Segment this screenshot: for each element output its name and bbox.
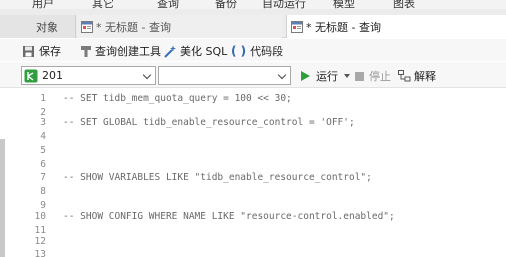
menu-query[interactable]: 查询	[157, 0, 179, 9]
explain-icon	[398, 70, 411, 82]
menu-model[interactable]: 模型	[333, 0, 355, 9]
save-label: 保存	[39, 45, 61, 58]
line-number: 12	[34, 236, 46, 247]
menu-other[interactable]: 其它	[92, 0, 114, 9]
menu-automation[interactable]: 自动运行	[262, 0, 306, 9]
connection-value: 201	[42, 69, 63, 82]
database-select[interactable]	[158, 66, 291, 85]
code-snippet-label: 代码段	[250, 45, 284, 58]
line-number: 5	[40, 145, 46, 156]
connection-select[interactable]: 201	[21, 66, 156, 85]
run-toolbar: 201 运行 停止 解释	[0, 62, 506, 88]
run-button[interactable]: 运行	[301, 68, 350, 84]
menu-backup[interactable]: 备份	[215, 0, 237, 9]
magic-wand-icon	[163, 45, 177, 58]
line-number: 3	[40, 117, 46, 128]
code-snippet-button[interactable]: ( ) 代码段	[231, 43, 283, 59]
parentheses-icon: ( )	[231, 44, 247, 58]
query-builder-icon	[80, 45, 92, 58]
run-dropdown-icon[interactable]	[344, 74, 350, 78]
play-icon	[301, 71, 310, 81]
code-text: -- SHOW VARIABLES LIKE "tidb_enable_reso…	[63, 172, 372, 183]
beautify-sql-button[interactable]: 美化 SQL	[163, 43, 227, 59]
query-toolbar: 保存 查询创建工具 美化 SQL ( ) 代码段	[0, 39, 506, 61]
code-line[interactable]: 10 -- SHOW CONFIG WHERE NAME LIKE "resour…	[0, 210, 506, 223]
tab-bar: 对象 * 无标题 - 查询 * 无标题 - 查询	[0, 9, 506, 38]
query-tab-icon	[81, 20, 93, 33]
query-tab-icon	[291, 20, 303, 33]
tab-query-1[interactable]: * 无标题 - 查询	[77, 15, 282, 38]
save-icon	[22, 45, 35, 58]
code-line[interactable]: 6	[0, 158, 506, 171]
code-line[interactable]: 5	[0, 144, 506, 157]
code-line[interactable]: 13	[0, 248, 506, 257]
chevron-down-icon	[277, 70, 287, 80]
tab-query-2-active[interactable]: * 无标题 - 查询	[286, 15, 506, 38]
code-line[interactable]: 3 -- SET GLOBAL tidb_enable_resource_cont…	[0, 116, 506, 129]
query-builder-label: 查询创建工具	[95, 45, 161, 58]
line-number: 6	[40, 159, 46, 170]
code-line[interactable]: 8	[0, 185, 506, 198]
line-number: 8	[40, 186, 46, 197]
connection-icon	[24, 69, 38, 83]
code-line[interactable]: 1 -- SET tidb_mem_quota_query = 100 << 30…	[0, 92, 506, 105]
query-builder-button[interactable]: 查询创建工具	[80, 43, 161, 59]
line-number: 4	[40, 131, 46, 142]
code-text: -- SHOW CONFIG WHERE NAME LIKE "resource…	[63, 211, 395, 222]
line-number: 10	[34, 211, 46, 222]
save-button[interactable]: 保存	[22, 43, 61, 59]
beautify-sql-label: 美化 SQL	[180, 45, 228, 58]
tab-objects-label: 对象	[36, 20, 58, 34]
sql-editor[interactable]: 1 -- SET tidb_mem_quota_query = 100 << 30…	[0, 89, 506, 257]
chevron-down-icon	[142, 70, 152, 80]
explain-button[interactable]: 解释	[398, 68, 436, 84]
run-label: 运行	[316, 70, 338, 83]
code-text: -- SET tidb_mem_quota_query = 100 << 30;	[63, 93, 292, 104]
code-text: -- SET GLOBAL tidb_enable_resource_contr…	[63, 117, 355, 128]
line-number: 1	[40, 93, 46, 104]
stop-button[interactable]: 停止	[355, 68, 391, 84]
line-number: 13	[34, 249, 46, 257]
explain-label: 解释	[414, 70, 436, 83]
stop-icon	[355, 71, 364, 81]
code-line[interactable]: 7 -- SHOW VARIABLES LIKE "tidb_enable_res…	[0, 171, 506, 184]
code-line[interactable]: 4	[0, 130, 506, 143]
line-number: 7	[40, 172, 46, 183]
stop-label: 停止	[369, 70, 391, 83]
tab-objects[interactable]: 对象	[0, 15, 76, 38]
code-line[interactable]: 12	[0, 235, 506, 248]
menu-charts[interactable]: 图表	[393, 0, 415, 9]
tab-query-1-label: * 无标题 - 查询	[96, 20, 171, 34]
top-menu-bar: 用户 其它 查询 备份 自动运行 模型 图表	[0, 0, 506, 9]
menu-users[interactable]: 用户	[32, 0, 54, 9]
tab-query-2-label: * 无标题 - 查询	[306, 20, 381, 34]
